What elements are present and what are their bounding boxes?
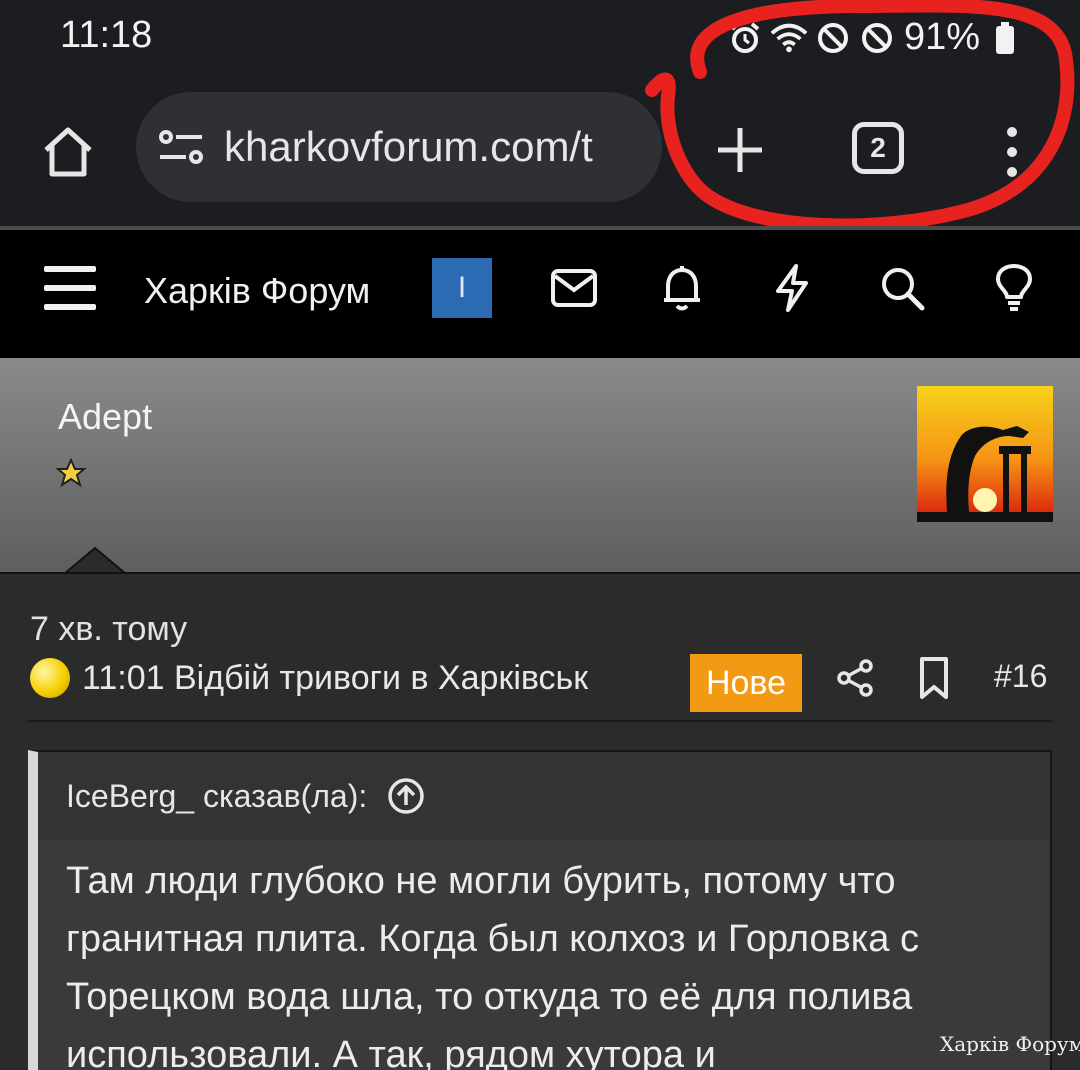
forum-title[interactable]: Харків Форум: [144, 270, 370, 312]
address-bar[interactable]: kharkovforum.com/t: [136, 92, 662, 202]
alarm-icon: [726, 19, 764, 57]
lightbulb-icon[interactable]: [988, 262, 1040, 314]
new-tab-button[interactable]: [708, 118, 772, 182]
more-menu-button[interactable]: [990, 120, 1034, 184]
site-settings-icon[interactable]: [154, 120, 208, 174]
home-button[interactable]: [36, 120, 100, 184]
post-title-row: 11:01 Відбій тривоги в Харківськ: [30, 658, 588, 698]
post: 7 хв. тому 11:01 Відбій тривоги в Харків…: [0, 572, 1080, 1070]
post-number[interactable]: #16: [994, 658, 1047, 695]
mail-icon[interactable]: [548, 262, 600, 314]
url-text[interactable]: kharkovforum.com/t: [224, 123, 644, 171]
bell-icon[interactable]: [656, 262, 708, 314]
quote-author[interactable]: IceBerg_ сказав(ла):: [66, 778, 367, 815]
battery-percent: 91%: [903, 16, 980, 58]
user-badge[interactable]: I: [432, 258, 492, 318]
search-icon[interactable]: [876, 262, 928, 314]
browser-toolbar: kharkovforum.com/t 2: [0, 84, 1080, 226]
quote-block: IceBerg_ сказав(ла): Там люди глубоко не…: [28, 750, 1052, 1070]
avatar[interactable]: [917, 386, 1053, 522]
arrow-up-circle-icon[interactable]: [387, 777, 425, 815]
forum-nav: Харків Форум I: [0, 230, 1080, 358]
tab-switcher-button[interactable]: 2: [852, 122, 904, 174]
yellow-circle-icon: [30, 658, 70, 698]
new-badge: Нове: [690, 654, 802, 712]
battery-icon: [986, 19, 1024, 57]
user-card: Adept: [0, 358, 1080, 572]
do-not-disturb-icon: [814, 19, 852, 57]
post-title[interactable]: 11:01 Відбій тривоги в Харківськ: [82, 659, 588, 698]
status-icons: 91%: [726, 16, 1024, 59]
quote-text: Там люди глубоко не могли бурить, потому…: [66, 860, 919, 1070]
rank-star-icon: [56, 458, 86, 488]
share-icon[interactable]: [836, 658, 876, 698]
more-menu-icon: [1007, 127, 1017, 177]
status-bar: 11:18 91%: [0, 0, 1080, 84]
watermark: Харків Форум: [940, 1032, 1080, 1056]
block-icon: [858, 19, 896, 57]
lightning-icon[interactable]: [766, 262, 818, 314]
post-time[interactable]: 7 хв. тому: [30, 610, 187, 649]
bookmark-icon[interactable]: [914, 656, 954, 700]
status-time: 11:18: [60, 14, 153, 56]
home-icon: [44, 127, 92, 177]
quote-header: IceBerg_ сказав(ла):: [38, 752, 1050, 840]
new-tab-icon: [718, 128, 762, 172]
post-divider: [28, 720, 1052, 722]
menu-icon[interactable]: [44, 266, 96, 310]
user-rank: Adept: [58, 396, 153, 437]
wifi-icon: [770, 19, 808, 57]
